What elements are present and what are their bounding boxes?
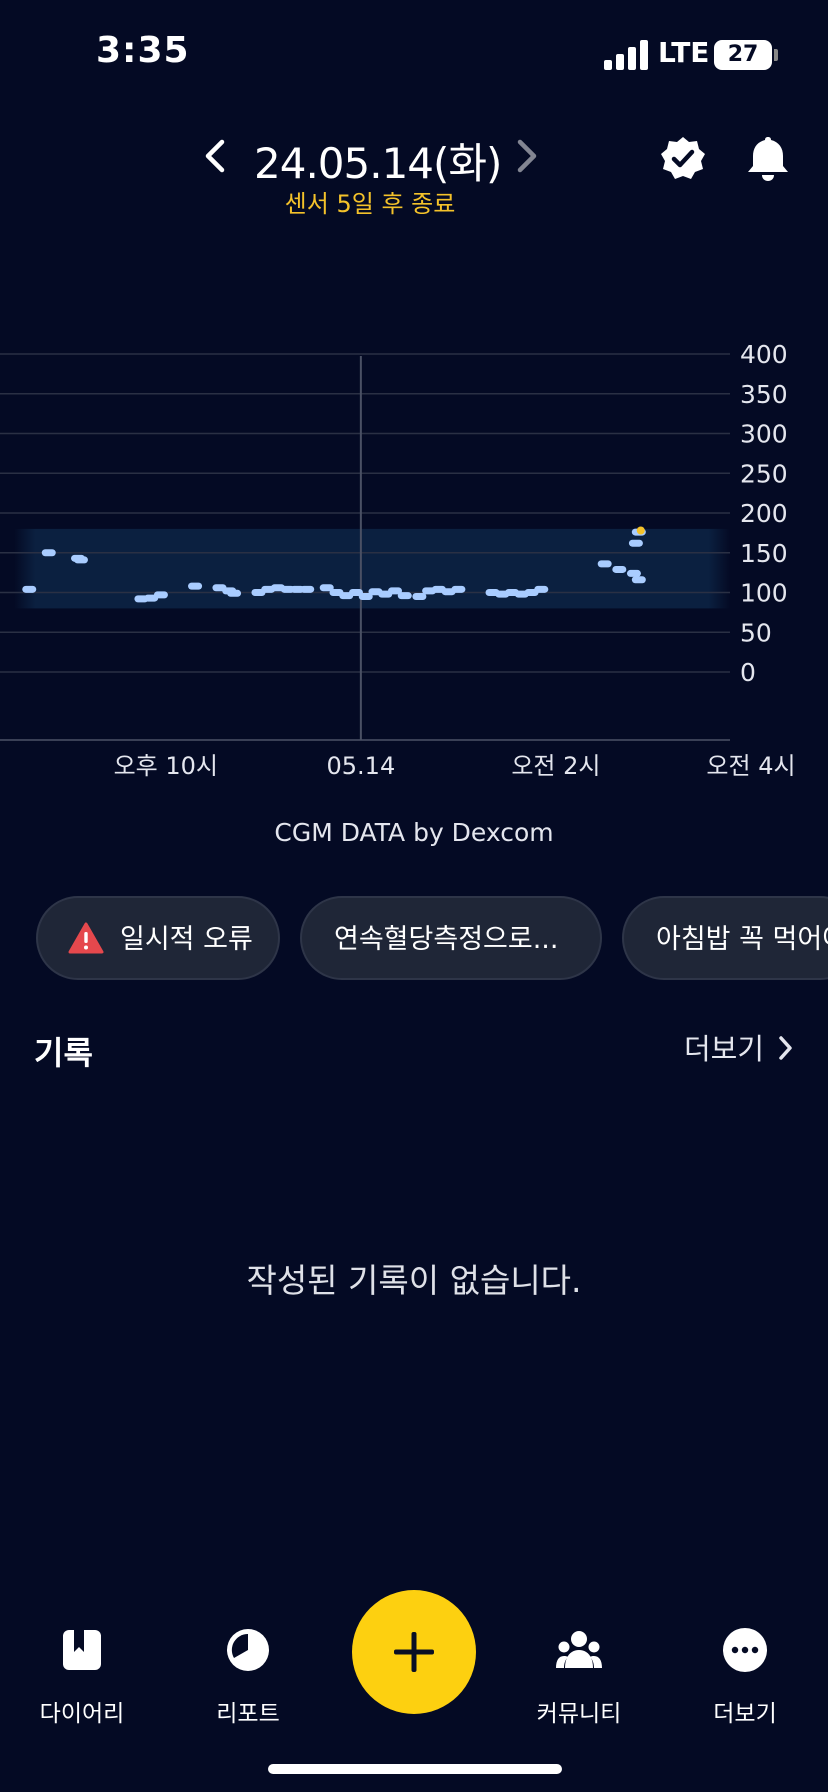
- y-tick-label: 250: [740, 459, 788, 488]
- chip-label: 아침밥 꼭 먹어야: [656, 924, 828, 955]
- y-tick-label: 50: [740, 618, 772, 647]
- battery-cap: [774, 49, 778, 61]
- records-title: 기록: [34, 1034, 93, 1072]
- sensor-status: 센서 5일 후 종료: [284, 190, 456, 218]
- network-type: LTE: [658, 36, 710, 69]
- empty-records-message: 작성된 기록이 없습니다.: [246, 1261, 582, 1300]
- chip-cgm-article[interactable]: 연속혈당측정으로...: [300, 896, 602, 980]
- date-title[interactable]: 24.05.14(화): [254, 130, 502, 191]
- x-tick-label: 05.14: [327, 752, 396, 780]
- glucose-point: [626, 569, 641, 577]
- glucose-point: [631, 576, 646, 584]
- glucose-point: [534, 585, 549, 593]
- tab-label: 커뮤니티: [536, 1701, 622, 1727]
- glucose-point: [451, 585, 466, 593]
- glucose-point: [73, 556, 88, 564]
- chevron-right-icon[interactable]: [776, 1034, 794, 1062]
- y-tick-label: 0: [740, 658, 756, 687]
- glucose-point: [41, 549, 56, 557]
- signal-strength-icon: [604, 40, 648, 70]
- glucose-point: [612, 565, 627, 573]
- diary-icon: [63, 1630, 101, 1670]
- glucose-point: [22, 585, 37, 593]
- glucose-point: [397, 592, 412, 600]
- bell-icon[interactable]: [744, 134, 792, 184]
- chip-label: 일시적 오류: [120, 924, 253, 955]
- tab-diary[interactable]: 다이어리: [17, 1626, 147, 1728]
- home-indicator: [268, 1764, 562, 1774]
- y-tick-label: 300: [740, 420, 788, 449]
- more-dots-icon: [723, 1628, 767, 1672]
- battery-icon: 27: [714, 40, 772, 70]
- glucose-point: [628, 539, 643, 547]
- records-more-link[interactable]: 더보기: [684, 1026, 764, 1068]
- y-tick-label: 200: [740, 499, 788, 528]
- cgm-data-credit: CGM DATA by Dexcom: [274, 818, 554, 847]
- tab-more[interactable]: 더보기: [680, 1626, 810, 1728]
- tab-report[interactable]: 리포트: [183, 1626, 313, 1728]
- x-tick-label: 오전 4시: [706, 752, 795, 780]
- glucose-point: [597, 560, 612, 568]
- chip-breakfast-article[interactable]: 아침밥 꼭 먹어야: [622, 896, 828, 980]
- latest-glucose-point: [636, 526, 645, 535]
- community-icon: [556, 1631, 602, 1668]
- tab-label: 다이어리: [39, 1701, 125, 1727]
- chip-label: 연속혈당측정으로...: [334, 924, 559, 955]
- chevron-right-icon[interactable]: [512, 136, 542, 176]
- glucose-point: [227, 589, 242, 597]
- report-pie-icon: [227, 1629, 269, 1671]
- tab-label: 더보기: [713, 1701, 777, 1727]
- add-record-button[interactable]: [352, 1590, 476, 1714]
- tab-label: 리포트: [216, 1701, 280, 1727]
- tab-community[interactable]: 커뮤니티: [514, 1626, 644, 1728]
- warning-icon: [68, 922, 104, 954]
- y-tick-label: 350: [740, 380, 788, 409]
- status-time: 3:35: [96, 30, 190, 71]
- verified-badge-icon[interactable]: [660, 136, 706, 182]
- x-tick-label: 오후 10시: [114, 752, 218, 780]
- glucose-point: [153, 591, 168, 599]
- glucose-point: [188, 582, 203, 590]
- y-tick-label: 150: [740, 539, 788, 568]
- glucose-chart[interactable]: 400 350 300 250 200 150 100 50 0 오후 10시 05.14 오전 2…: [0, 330, 828, 780]
- plus-icon: [394, 1632, 434, 1672]
- chevron-left-icon[interactable]: [200, 136, 230, 176]
- y-tick-label: 400: [740, 340, 788, 369]
- glucose-point: [300, 585, 315, 593]
- chip-temporary-error[interactable]: 일시적 오류: [36, 896, 280, 980]
- y-tick-label: 100: [740, 579, 788, 608]
- x-tick-label: 오전 2시: [511, 752, 600, 780]
